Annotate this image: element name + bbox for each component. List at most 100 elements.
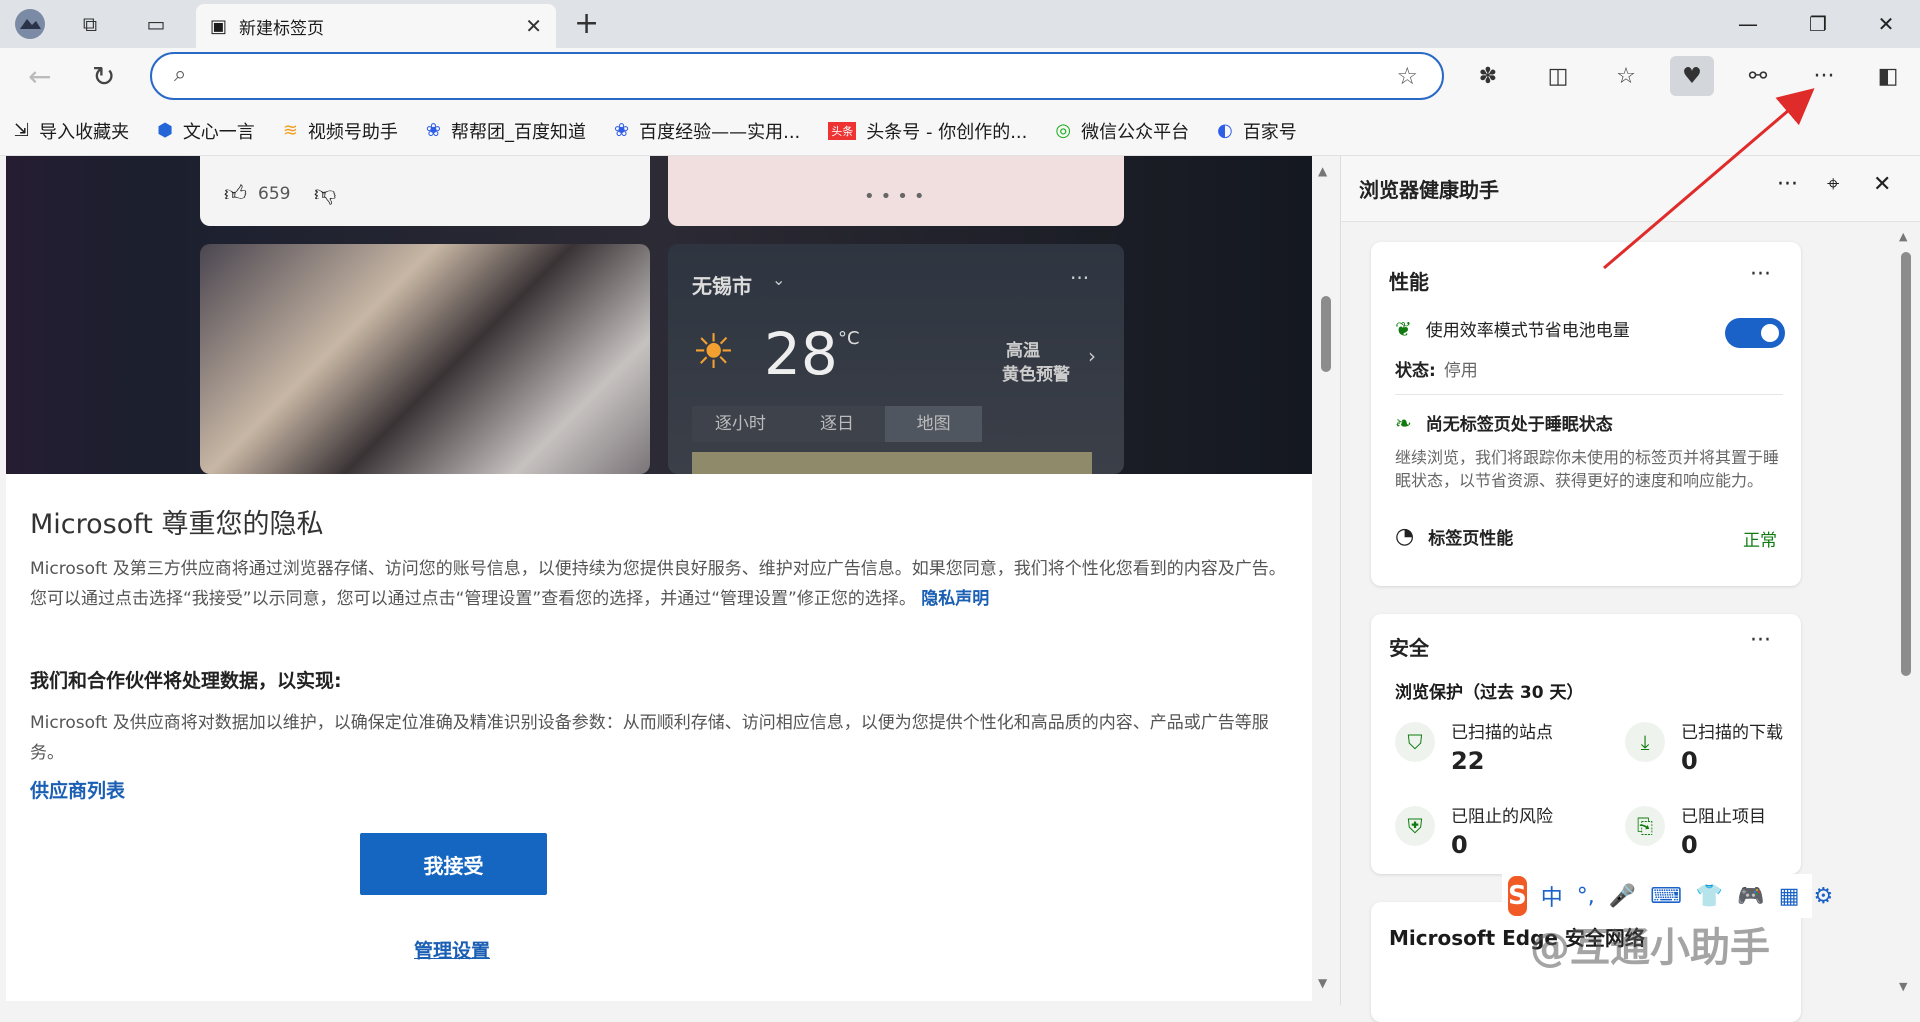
weather-card[interactable]: 无锡市 ⌄ ··· ☀ 28 °C 高温 黄色预警 › 逐小时 逐日 地图 [668, 244, 1124, 474]
scroll-down-icon[interactable]: ▼ [1318, 976, 1327, 990]
scanned-sites-icon: ⛉ [1395, 722, 1435, 762]
tab-new-tab[interactable]: ▣ 新建标签页 ✕ [196, 4, 556, 48]
sleep-row: ❧ 尚无标签页处于睡眠状态 [1395, 410, 1613, 436]
refresh-icon[interactable]: ↻ [92, 60, 115, 93]
wenxin-icon: ⬢ [157, 120, 173, 141]
efficiency-leaf-icon: ❦ [1395, 316, 1412, 341]
ime-skin-icon[interactable]: 👕 [1696, 884, 1723, 909]
ime-apps-icon[interactable]: ▦ [1779, 884, 1800, 909]
performance-card: 性能 ··· ❦ 使用效率模式节省电池电量 状态: 停用 ❧ 尚无标签页处于睡眠… [1371, 242, 1801, 586]
bookmark-baidu-jingyan[interactable]: ❀ 百度经验——实用... [614, 118, 800, 144]
bookmark-baijia[interactable]: ◐ 百家号 [1217, 118, 1297, 144]
bookmark-toutiao[interactable]: 头条 头条号 - 你创作的... [828, 118, 1027, 144]
stat-blocked-items: 已阻止项目 0 [1681, 807, 1766, 859]
weather-temp: 28 [764, 320, 838, 388]
manage-settings-link[interactable]: 管理设置 [414, 936, 490, 963]
weather-more-icon[interactable]: ··· [1070, 266, 1089, 290]
collections-toolbar-icon[interactable]: ⚯ [1736, 56, 1780, 96]
bookmark-wechat[interactable]: ◎ 微信公众平台 [1055, 118, 1189, 144]
collections-icon[interactable]: ⧉ [72, 8, 108, 40]
search-icon: ⌕ [174, 62, 187, 87]
ime-chinese-mode[interactable]: 中 [1541, 880, 1563, 912]
vertical-tabs-icon[interactable]: ▭ [138, 8, 174, 40]
like-count: 659 [258, 184, 291, 204]
alert-line2[interactable]: 黄色预警 [1002, 360, 1070, 385]
extensions-icon[interactable]: ✽ [1466, 56, 1510, 96]
more-options-icon[interactable]: ··· [1802, 56, 1846, 96]
ime-toolbar[interactable]: S 中 °, 🎤 ⌨ 👕 🎮 ▦ ⚙ [1502, 874, 1833, 918]
favorites-icon[interactable]: ☆ [1604, 56, 1648, 96]
ime-punctuation[interactable]: °, [1577, 884, 1595, 909]
address-bar[interactable]: ⌕ ☆ [150, 52, 1444, 100]
minimize-icon[interactable]: — [1718, 8, 1778, 40]
alert-chevron-icon[interactable]: › [1088, 344, 1096, 368]
panel-unpin-icon[interactable]: ⌖ [1827, 172, 1839, 197]
efficiency-toggle[interactable] [1725, 318, 1785, 348]
bookmark-video[interactable]: ≋ 视频号助手 [283, 118, 398, 144]
city-dropdown-icon[interactable]: ⌄ [772, 270, 785, 289]
status-row: 状态: 停用 [1395, 356, 1478, 381]
security-more-icon[interactable]: ··· [1750, 628, 1771, 653]
news-photo-card[interactable] [200, 244, 650, 474]
sleep-description: 继续浏览，我们将跟踪你未使用的标签页并将其置于睡眠状态，以节省资源、获得更好的速… [1395, 448, 1780, 490]
import-icon: ⇲ [14, 120, 30, 141]
close-window-icon[interactable]: ✕ [1856, 8, 1916, 40]
page-scroll-thumb[interactable] [1321, 296, 1331, 372]
browser-essentials-icon[interactable]: ♥ [1670, 56, 1714, 96]
new-tab-plus-icon[interactable]: + [574, 6, 599, 41]
performance-title: 性能 [1389, 270, 1429, 294]
weather-city[interactable]: 无锡市 [692, 270, 752, 299]
bookmark-import[interactable]: ⇲ 导入收藏夹 [14, 118, 129, 144]
performance-more-icon[interactable]: ··· [1750, 262, 1771, 287]
alert-line1[interactable]: 高温 [1006, 336, 1040, 361]
carousel-dots[interactable]: •••• [864, 186, 930, 207]
panel-scrollbar[interactable]: ▲ ▼ [1893, 196, 1917, 996]
restore-icon[interactable]: ❐ [1788, 8, 1848, 40]
page-scrollbar[interactable]: ▲ ▼ [1312, 156, 1338, 1001]
tab-performance-status: 正常 [1743, 531, 1777, 551]
sogou-logo-icon[interactable]: S [1508, 876, 1527, 916]
tab-performance-row[interactable]: ◔ 标签页性能 [1395, 524, 1513, 549]
like-icon[interactable]: 👍︎ [224, 180, 247, 207]
weather-tab-map[interactable]: 地图 [885, 406, 983, 442]
sidebar-toggle-icon[interactable]: ◧ [1866, 56, 1910, 96]
panel-more-icon[interactable]: ··· [1777, 172, 1798, 197]
weather-map[interactable] [692, 452, 1092, 474]
stat-blocked-risks: 已阻止的风险 0 [1451, 807, 1553, 859]
ime-settings-icon[interactable]: ⚙ [1814, 884, 1834, 909]
ime-voice-icon[interactable]: 🎤 [1609, 884, 1636, 909]
feed-card-top-left[interactable]: 👍︎ 659 👎︎ [200, 156, 650, 226]
status-value: 停用 [1443, 361, 1478, 381]
vendor-list-link[interactable]: 供应商列表 [30, 776, 125, 803]
scroll-up-icon[interactable]: ▲ [1318, 164, 1327, 178]
stat-scanned-downloads: 已扫描的下载 0 [1681, 723, 1783, 775]
weather-tab-daily[interactable]: 逐日 [789, 406, 886, 442]
dislike-icon[interactable]: 👎︎ [314, 180, 336, 207]
privacy-title: Microsoft 尊重您的隐私 [30, 509, 324, 540]
ime-game-icon[interactable]: 🎮 [1737, 884, 1764, 909]
privacy-statement-link[interactable]: 隐私声明 [921, 589, 989, 609]
divider [1395, 394, 1783, 395]
accept-button[interactable]: 我接受 [360, 833, 547, 895]
favorite-star-icon[interactable]: ☆ [1396, 62, 1418, 90]
weather-tab-hourly[interactable]: 逐小时 [692, 406, 789, 442]
back-icon[interactable]: ← [28, 60, 51, 93]
close-tab-icon[interactable]: ✕ [525, 14, 542, 38]
blocked-file-icon: ⎘ [1625, 806, 1665, 846]
feed-card-top-right[interactable]: •••• [668, 156, 1124, 226]
ime-keyboard-icon[interactable]: ⌨ [1650, 884, 1682, 909]
split-screen-icon[interactable]: ◫ [1536, 56, 1580, 96]
panel-close-icon[interactable]: ✕ [1873, 172, 1891, 197]
baidu-paw-icon: ❀ [425, 120, 441, 141]
gauge-icon: ◔ [1395, 524, 1415, 549]
privacy-para1: Microsoft 及第三方供应商将通过浏览器存储、访问您的账号信息，以便持续为… [30, 559, 1286, 609]
panel-scroll-thumb[interactable] [1901, 252, 1911, 676]
bookmark-wenxin[interactable]: ⬢ 文心一言 [157, 118, 255, 144]
security-card: 安全 ··· 浏览保护（过去 30 天） ⛉ 已扫描的站点 22 ⤓ 已扫描的下载… [1371, 614, 1801, 874]
panel-scroll-down-icon[interactable]: ▼ [1899, 980, 1907, 993]
wechat-icon: ◎ [1055, 120, 1072, 141]
bookmark-baidu-zhidao[interactable]: ❀ 帮帮团_百度知道 [426, 118, 586, 144]
weather-tabs: 逐小时 逐日 地图 [692, 406, 983, 442]
panel-scroll-up-icon[interactable]: ▲ [1899, 230, 1907, 243]
profile-avatar[interactable] [12, 8, 48, 40]
